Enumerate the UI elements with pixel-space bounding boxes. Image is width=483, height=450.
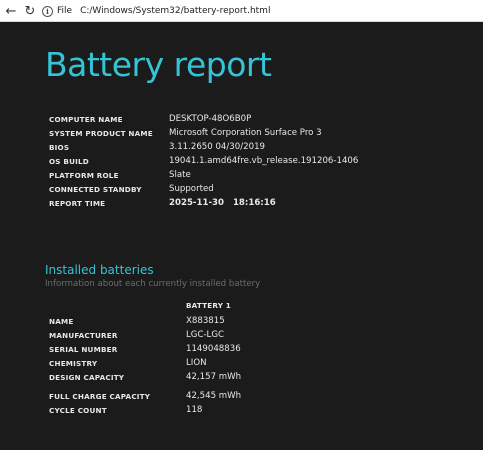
system-info-value: 2025-11-30 18:16:16 [169, 198, 276, 208]
battery-key: NAME [49, 317, 74, 326]
system-info-key: COMPUTER NAME [49, 115, 123, 124]
system-info-value: DESKTOP-48O6B0P [169, 114, 252, 124]
system-info-key: REPORT TIME [49, 199, 106, 208]
battery-value: 118 [186, 405, 203, 415]
system-info-value: 3.11.2650 04/30/2019 [169, 142, 265, 152]
url-scheme-label: File [57, 6, 73, 16]
reload-icon[interactable]: ↻ [21, 2, 39, 20]
system-info-value: Supported [169, 184, 214, 194]
back-arrow-icon[interactable]: ← [2, 2, 20, 20]
battery-key: SERIAL NUMBER [49, 345, 118, 354]
battery-key: CHEMISTRY [49, 359, 98, 368]
battery-key: DESIGN CAPACITY [49, 373, 125, 382]
battery-key: CYCLE COUNT [49, 406, 107, 415]
address-bar[interactable]: i File C:/Windows/System32/battery-repor… [40, 2, 480, 20]
section-heading-installed-batteries: Installed batteries [45, 263, 154, 277]
system-info-value: Microsoft Corporation Surface Pro 3 [169, 128, 322, 138]
battery-value: 42,545 mWh [186, 391, 242, 401]
battery-column-header: BATTERY 1 [186, 301, 232, 310]
battery-value: 1149048836 [186, 344, 241, 354]
battery-value: 42,157 mWh [186, 372, 242, 382]
battery-value: LION [186, 358, 207, 368]
system-info-value: Slate [169, 170, 191, 180]
system-info-key: CONNECTED STANDBY [49, 185, 142, 194]
url-text[interactable]: C:/Windows/System32/battery-report.html [80, 6, 270, 16]
system-info-key: PLATFORM ROLE [49, 171, 119, 180]
battery-value: LGC-LGC [186, 330, 224, 340]
info-icon[interactable]: i [42, 5, 53, 17]
system-info-key: OS BUILD [49, 157, 89, 166]
battery-key: FULL CHARGE CAPACITY [49, 392, 151, 401]
system-info-key: BIOS [49, 143, 70, 152]
system-info-value: 19041.1.amd64fre.vb_release.191206-1406 [169, 156, 359, 166]
page-title: Battery report [45, 45, 272, 84]
battery-key: MANUFACTURER [49, 331, 118, 340]
system-info-key: SYSTEM PRODUCT NAME [49, 129, 153, 138]
section-subtitle: Information about each currently install… [45, 279, 261, 289]
browser-toolbar: ← ↻ i File C:/Windows/System32/battery-r… [0, 0, 483, 22]
battery-value: X883815 [186, 316, 225, 326]
report-page: Battery report COMPUTER NAME DESKTOP-48O… [0, 23, 483, 450]
